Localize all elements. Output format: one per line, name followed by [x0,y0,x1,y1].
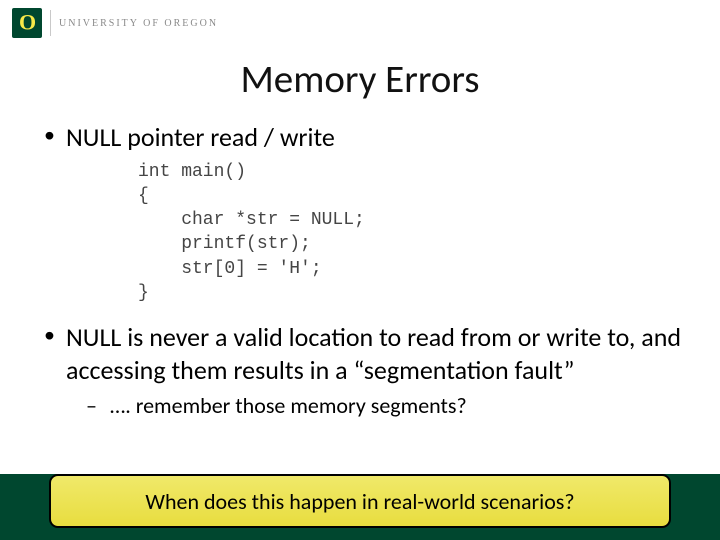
bullet-item: NULL pointer read / write [48,121,690,154]
bullet-item: NULL is never a valid location to read f… [48,321,690,420]
callout-box: When does this happen in real-world scen… [49,474,671,528]
oregon-o-icon [12,8,42,38]
vertical-divider [50,10,51,36]
bullet-text: NULL is never a valid location to read f… [66,321,681,386]
bullet-list: NULL is never a valid location to read f… [48,321,690,420]
bullet-list: NULL pointer read / write [48,121,690,154]
sub-bullet-list: …. remember those memory segments? [66,392,690,420]
code-block: int main() { char *str = NULL; printf(st… [138,160,690,306]
callout-text: When does this happen in real-world scen… [145,488,574,515]
slide-header: UNIVERSITY OF OREGON [0,0,720,44]
slide-title: Memory Errors [0,56,720,103]
university-logo: UNIVERSITY OF OREGON [12,8,218,38]
sub-bullet-item: …. remember those memory segments? [86,392,690,420]
slide-content: NULL pointer read / write int main() { c… [0,121,720,420]
university-label: UNIVERSITY OF OREGON [59,18,218,29]
slide-footer: When does this happen in real-world scen… [0,474,720,540]
